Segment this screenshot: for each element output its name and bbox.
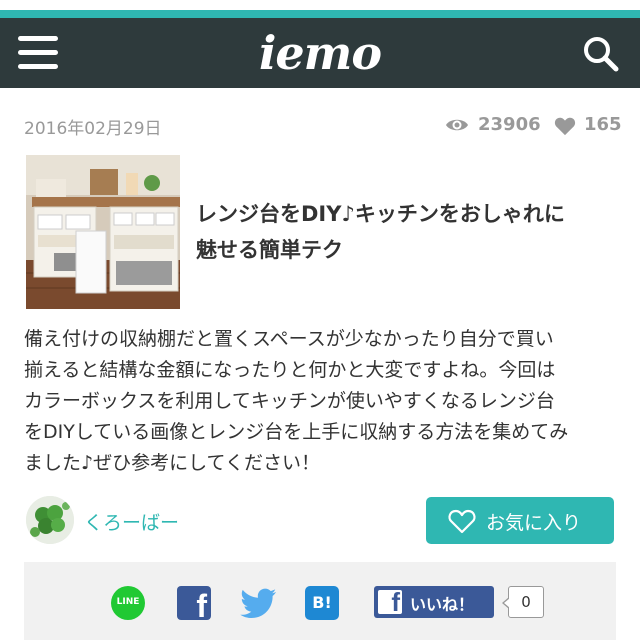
summary-line: 備え付けの収納棚だと置くスペースが少なかったり自分で買い bbox=[24, 328, 554, 350]
facebook-like-label: いいね！ bbox=[410, 595, 475, 614]
line-share-icon[interactable]: LINE bbox=[111, 586, 145, 620]
author-name[interactable]: くろーばー bbox=[84, 508, 179, 535]
heart-icon bbox=[554, 117, 576, 136]
favorite-button-label: お気に入り bbox=[486, 512, 582, 534]
facebook-like-count: 0 bbox=[502, 586, 544, 618]
add-favorite-button[interactable]: お気に入り bbox=[426, 497, 614, 544]
summary-line: カラーボックスを利用してキッチンが使いやすくなるレンジ台 bbox=[24, 390, 555, 412]
search-icon[interactable] bbox=[580, 34, 624, 74]
hatena-bookmark-icon[interactable]: B! bbox=[305, 586, 339, 620]
app-header: iemo bbox=[0, 18, 640, 88]
avatar[interactable] bbox=[26, 496, 74, 544]
share-bar: LINE f B! f いいね！ 0 bbox=[24, 562, 616, 640]
facebook-like-button[interactable]: f いいね！ bbox=[374, 586, 494, 618]
article-thumbnail[interactable] bbox=[26, 155, 180, 309]
article-summary: 備え付けの収納棚だと置くスペースが少なかったり自分で買い 揃えると結構な金額にな… bbox=[24, 324, 620, 479]
facebook-glyph: f bbox=[196, 588, 207, 624]
summary-line: ました♪ぜひ参考にしてください！ bbox=[24, 452, 320, 474]
article-title[interactable]: レンジ台をDIY♪キッチンをおしゃれに 魅せる簡単テク bbox=[196, 196, 616, 268]
article-title-line: レンジ台をDIY♪キッチンをおしゃれに bbox=[196, 202, 565, 226]
publish-date: 2016年02月29日 bbox=[24, 119, 162, 139]
eye-icon bbox=[446, 119, 468, 131]
line-label: LINE bbox=[116, 597, 140, 607]
hatena-label: B! bbox=[312, 593, 332, 612]
facebook-like-glyph: f bbox=[391, 587, 400, 617]
summary-line: 揃えると結構な金額になったりと何かと大変ですよね。今回は bbox=[24, 359, 556, 381]
twitter-share-icon[interactable] bbox=[240, 586, 276, 620]
top-accent-bar bbox=[0, 0, 640, 18]
facebook-share-icon[interactable]: f bbox=[177, 586, 211, 624]
facebook-like-count-value: 0 bbox=[521, 593, 531, 611]
site-logo[interactable]: iemo bbox=[0, 26, 640, 80]
heart-outline-icon bbox=[448, 509, 476, 534]
summary-line: をDIYしている画像とレンジ台を上手に収納する方法を集めてみ bbox=[24, 421, 569, 443]
author-info: くろーばー bbox=[26, 496, 326, 546]
article-meta: 2016年02月29日 23906 165 bbox=[24, 112, 622, 139]
article-title-line: 魅せる簡単テク bbox=[196, 238, 343, 262]
like-count-value: 165 bbox=[584, 114, 622, 135]
view-count-value: 23906 bbox=[478, 114, 541, 135]
facebook-icon: f bbox=[378, 587, 402, 617]
